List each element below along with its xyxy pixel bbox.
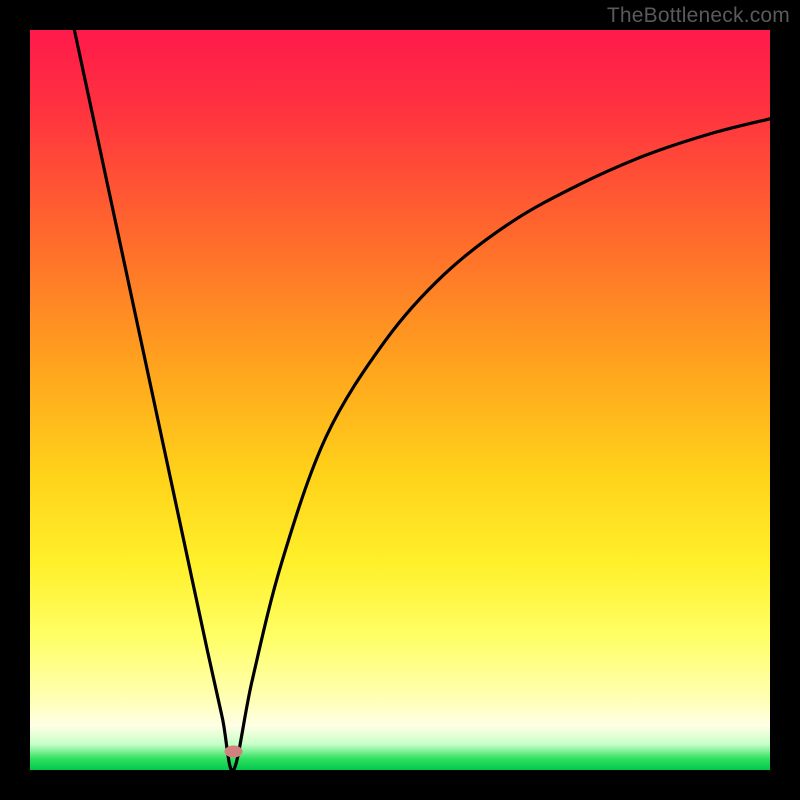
chart-stage: TheBottleneck.com <box>0 0 800 800</box>
plot-area <box>30 30 770 770</box>
bottleneck-chart <box>0 0 800 800</box>
optimal-point-marker <box>225 746 243 758</box>
watermark-text: TheBottleneck.com <box>607 4 790 28</box>
